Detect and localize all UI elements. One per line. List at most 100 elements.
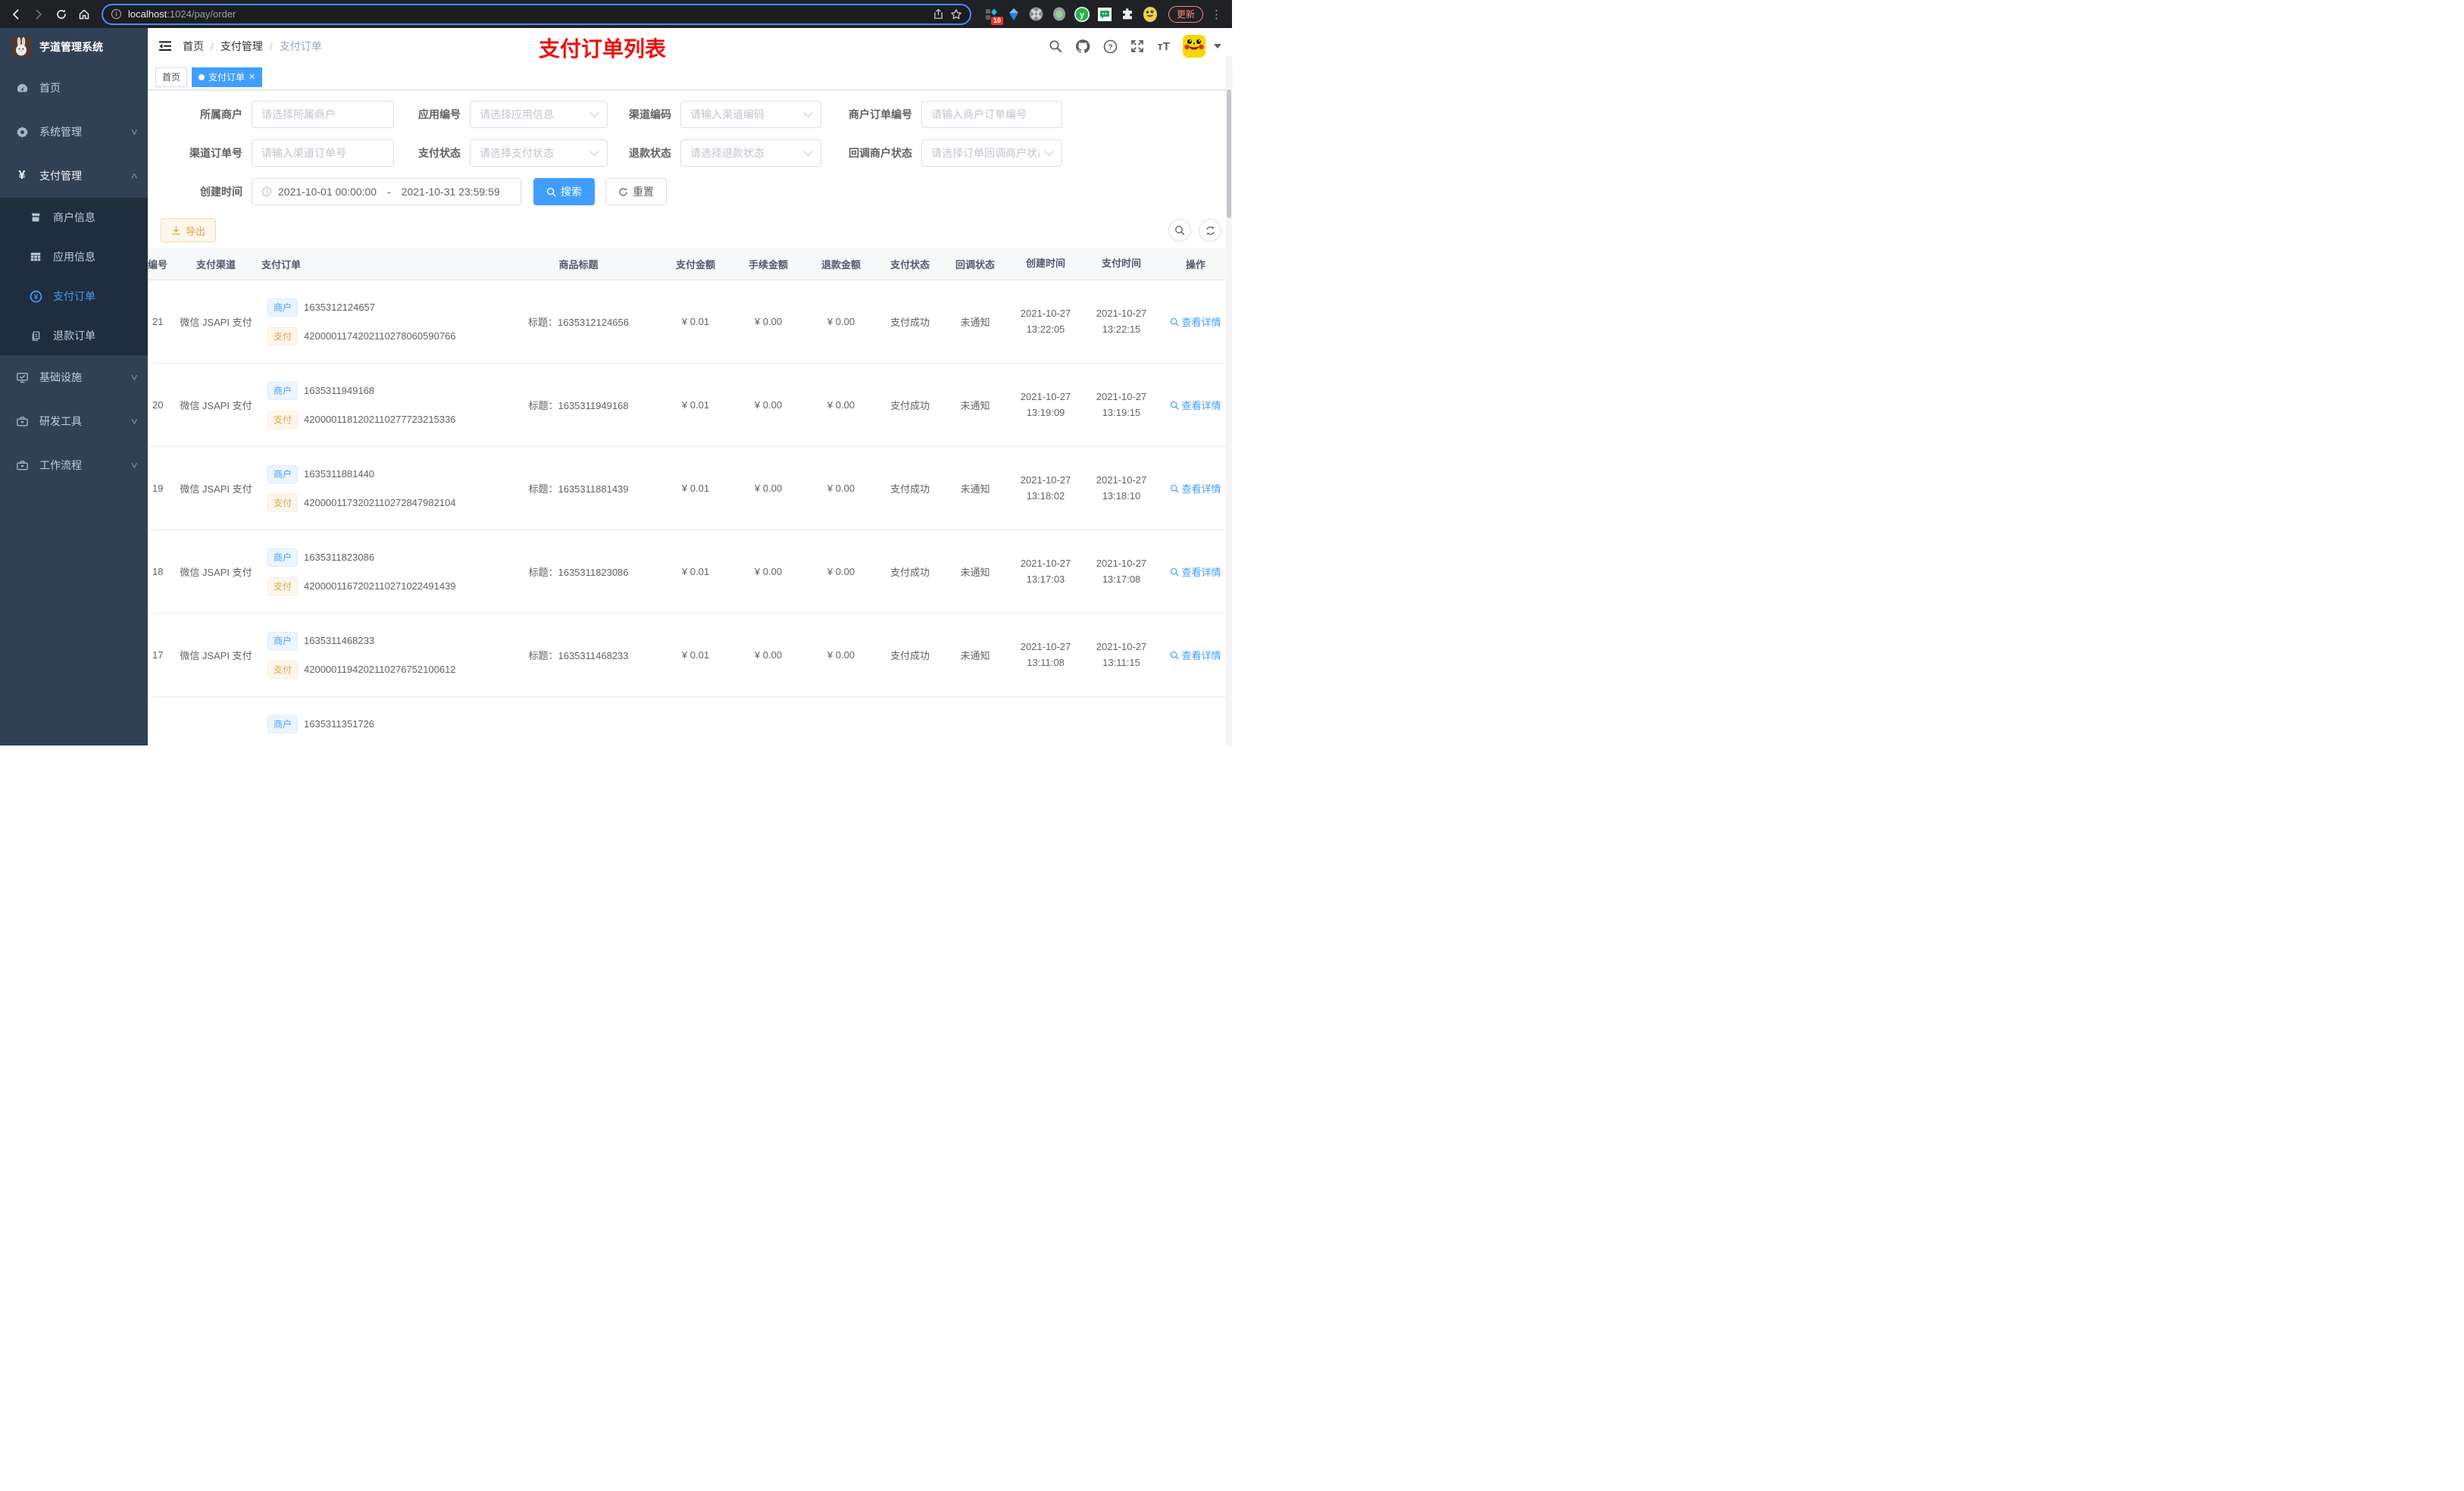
create-time-cell: 2021-10-27 13:18:02 xyxy=(1020,474,1071,502)
tag-home[interactable]: 首页 xyxy=(155,67,188,87)
browser-menu-icon[interactable]: ⋮ xyxy=(1211,8,1222,21)
svg-text:y: y xyxy=(1080,11,1085,20)
svg-text:¥: ¥ xyxy=(34,292,38,300)
merchant-tag: 商户 xyxy=(267,298,299,317)
help-icon[interactable]: ? xyxy=(1103,39,1118,54)
breadcrumb-home[interactable]: 首页 xyxy=(183,39,204,54)
close-icon[interactable]: ✕ xyxy=(249,72,255,82)
refund-status-select[interactable]: 请选择退款状态 xyxy=(680,139,821,167)
view-detail-link[interactable]: 查看详情 xyxy=(1170,648,1221,662)
github-icon[interactable] xyxy=(1075,39,1090,54)
view-detail-link[interactable]: 查看详情 xyxy=(1170,481,1221,495)
pay-status-select[interactable]: 请选择支付状态 xyxy=(470,139,608,167)
notify-status-select[interactable]: 请选择订单回调商户状态 xyxy=(921,139,1062,167)
sidebar-item-pay-order[interactable]: ¥ 支付订单 xyxy=(0,277,148,316)
gear-icon xyxy=(15,126,29,139)
extension-y-icon[interactable]: y xyxy=(1074,6,1090,22)
action-cell: 查看详情 xyxy=(1159,557,1232,586)
breadcrumb-pay[interactable]: 支付管理 xyxy=(220,39,263,54)
share-icon[interactable] xyxy=(933,8,944,20)
extension-chat-icon[interactable] xyxy=(1097,7,1112,22)
chevron-down-icon: ᐯ xyxy=(131,461,137,470)
pay-status-cell: 支付成功 xyxy=(890,567,930,578)
reset-button[interactable]: 重置 xyxy=(605,178,667,205)
chevron-down-icon xyxy=(589,107,599,117)
sidebar-item-infra[interactable]: 基础设施 ᐯ xyxy=(0,355,148,399)
reload-icon[interactable] xyxy=(52,5,71,24)
extension-record-icon[interactable] xyxy=(1052,7,1067,22)
notify-status-cell: 未通知 xyxy=(960,400,990,411)
fee-amount-cell: ¥ 0.00 xyxy=(754,483,783,494)
merchant-tag: 商户 xyxy=(267,464,299,483)
url-bar[interactable]: localhost:1024/pay/order xyxy=(102,3,971,25)
yen-icon: ¥ xyxy=(18,169,26,182)
refund-amount-cell: ¥ 0.00 xyxy=(827,566,855,577)
sidebar-fold-icon[interactable] xyxy=(158,40,172,52)
tags-view-bar: 首页 支付订单 ✕ xyxy=(148,64,1232,90)
sidebar-item-devtools[interactable]: 研发工具 ᐯ xyxy=(0,399,148,443)
pay-amount-cell xyxy=(659,731,732,746)
page-content: 所属商户 请选择所属商户 应用编号 请选择应用信息 渠道编码 请输入渠道编码 商… xyxy=(148,90,1232,746)
search-icon[interactable] xyxy=(1049,39,1062,53)
sidebar: 芋道管理系统 首页 系统管理 ᐯ ¥ 支付管理 ᐱ 商户信息 应用信息 ¥ 支付… xyxy=(0,28,148,746)
pay-time-cell: 2021-10-27 13:19:15 xyxy=(1096,390,1147,418)
app-logo[interactable]: 芋道管理系统 xyxy=(0,28,148,66)
forward-icon[interactable] xyxy=(29,5,48,24)
pay-order-cell: 商户 1635311881440 支付 42000011732021102728… xyxy=(261,458,498,520)
extension-command-icon[interactable] xyxy=(1029,7,1044,22)
dashboard-icon xyxy=(15,82,29,95)
toggle-search-button[interactable] xyxy=(1168,219,1191,242)
pay-order-cell: 商户 1635311468233 支付 42000011942021102767… xyxy=(261,624,498,686)
pay-status-cell: 支付成功 xyxy=(890,317,930,328)
pay-status-cell: 支付成功 xyxy=(890,400,930,411)
font-size-icon[interactable]: ᴛT xyxy=(1157,40,1170,53)
view-detail-link[interactable]: 查看详情 xyxy=(1170,314,1221,329)
extensions-puzzle-icon[interactable] xyxy=(1120,7,1135,22)
refund-amount-cell: ¥ 0.00 xyxy=(827,649,855,661)
bookmark-star-icon[interactable] xyxy=(950,8,962,20)
export-button[interactable]: 导出 xyxy=(161,218,217,242)
channel-code-select[interactable]: 请输入渠道编码 xyxy=(680,101,821,128)
home-icon[interactable] xyxy=(74,5,94,24)
extension-grid-icon[interactable]: 10 xyxy=(983,7,1003,25)
channel-order-input[interactable]: 请输入渠道订单号 xyxy=(252,139,394,167)
sidebar-item-app-info[interactable]: 应用信息 xyxy=(0,237,148,277)
sidebar-item-pay[interactable]: ¥ 支付管理 ᐱ xyxy=(0,154,148,198)
fee-amount-cell xyxy=(732,731,805,746)
sidebar-item-system[interactable]: 系统管理 ᐯ xyxy=(0,110,148,154)
view-detail-link[interactable]: 查看详情 xyxy=(1170,398,1221,412)
sidebar-item-workflow[interactable]: 工作流程 ᐯ xyxy=(0,443,148,487)
extension-badge: 10 xyxy=(990,16,1003,25)
extension-gem-icon[interactable] xyxy=(1006,7,1021,22)
monitor-check-icon xyxy=(15,371,29,384)
back-icon[interactable] xyxy=(6,5,26,24)
table-body: 21 微信 JSAPI 支付 商户 1635312124657 支付 42000… xyxy=(148,280,1232,746)
profile-avatar-icon[interactable] xyxy=(1143,6,1158,22)
app-select[interactable]: 请选择应用信息 xyxy=(470,101,608,128)
sidebar-item-refund-order[interactable]: 退款订单 xyxy=(0,316,148,355)
sidebar-item-home[interactable]: 首页 xyxy=(0,66,148,110)
merchant-order-input[interactable]: 请输入商户订单编号 xyxy=(921,101,1062,128)
notify-status-cell: 未通知 xyxy=(960,483,990,495)
sidebar-item-merchant-info[interactable]: 商户信息 xyxy=(0,198,148,237)
create-time-range-picker[interactable]: 2021-10-01 00:00:00 - 2021-10-31 23:59:5… xyxy=(252,178,521,205)
action-cell: 查看详情 xyxy=(1159,307,1232,336)
view-detail-link[interactable]: 查看详情 xyxy=(1170,564,1221,579)
refresh-button[interactable] xyxy=(1199,219,1221,242)
table-row: 19 微信 JSAPI 支付 商户 1635311881440 支付 42000… xyxy=(148,447,1232,530)
scrollbar-thumb[interactable] xyxy=(1227,89,1231,218)
pay-tag: 支付 xyxy=(267,493,299,512)
avatar-dropdown-caret[interactable] xyxy=(1214,44,1221,48)
site-info-icon[interactable] xyxy=(111,8,122,20)
order-table: 编号 支付渠道 支付订单 商品标题 支付金额 手续金额 退款金额 支付状态 回调… xyxy=(148,248,1232,746)
tag-pay-order[interactable]: 支付订单 ✕ xyxy=(192,67,263,87)
pay-status-cell: 支付成功 xyxy=(890,650,930,661)
active-dot xyxy=(199,73,205,80)
fullscreen-icon[interactable] xyxy=(1130,39,1144,53)
browser-update-button[interactable]: 更新 xyxy=(1168,5,1203,23)
create-time-cell: 2021-10-27 13:11:08 xyxy=(1020,640,1071,668)
merchant-input[interactable]: 请选择所属商户 xyxy=(252,101,394,128)
search-button[interactable]: 搜索 xyxy=(533,178,595,205)
pay-order-cell: 商户 1635311949168 支付 42000011812021102777… xyxy=(261,374,498,436)
user-avatar[interactable] xyxy=(1183,35,1205,58)
